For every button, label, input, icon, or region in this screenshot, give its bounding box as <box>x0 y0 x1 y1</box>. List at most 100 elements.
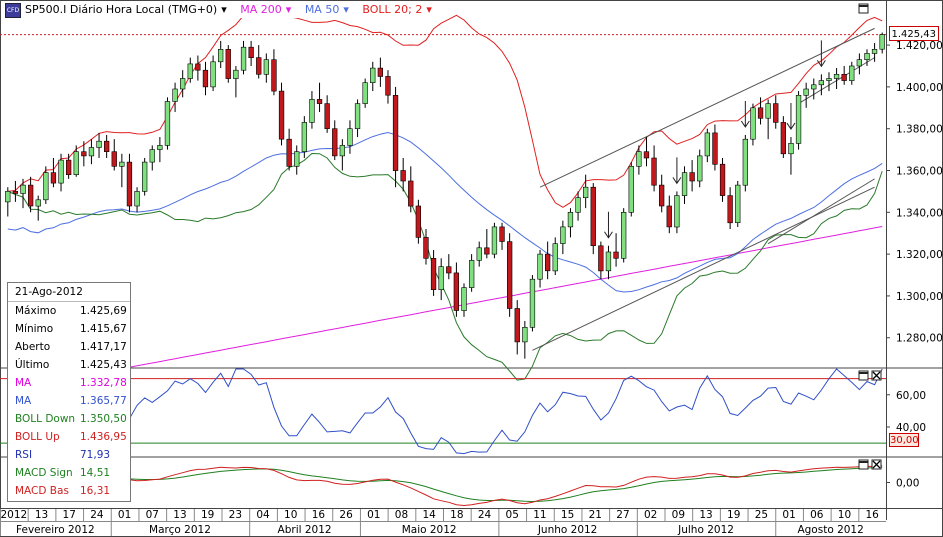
ma200-legend[interactable]: MA 200 <box>240 3 282 16</box>
candle-body <box>727 195 733 224</box>
macd-signal-line <box>7 466 883 503</box>
candle-body <box>712 132 718 165</box>
candle-body <box>681 172 688 196</box>
candle-body <box>172 88 178 102</box>
candle-body <box>400 170 406 182</box>
macd-maximize-icon[interactable] <box>858 459 869 470</box>
candle-body <box>856 59 862 67</box>
candlestick-chart[interactable]: 1.420,001.400,001.380,001.360,001.340,00… <box>0 0 943 537</box>
price-axis-label: 1.280,00 <box>896 333 943 345</box>
candle-body <box>180 78 186 90</box>
candle-body <box>377 67 383 77</box>
data-window-label: RSI <box>15 449 33 461</box>
candle-body <box>605 251 612 272</box>
candle-body <box>256 57 262 75</box>
candle-body <box>803 88 809 96</box>
candle-body <box>871 48 878 54</box>
candle-body <box>225 48 231 79</box>
candle-body <box>271 59 277 92</box>
candle-body <box>560 226 566 244</box>
rsi-close-icon[interactable] <box>871 370 882 381</box>
ma200-dropdown-icon[interactable]: ▾ <box>286 3 292 16</box>
candle-body <box>476 247 482 261</box>
candle-body <box>537 253 543 280</box>
time-axis-day-label: 16 <box>312 509 326 521</box>
candle-body <box>582 186 589 198</box>
time-axis-day-label: 23 <box>229 509 242 521</box>
price-axis-label: 1.360,00 <box>896 166 943 178</box>
instrument-logo-icon: CFD <box>5 3 21 18</box>
rsi-maximize-icon[interactable] <box>858 370 869 381</box>
candle-body <box>385 76 391 96</box>
candle-body <box>309 99 315 123</box>
time-axis-day-label: 02 <box>644 509 657 521</box>
boll-dropdown-icon[interactable]: ▾ <box>426 3 432 16</box>
price-axis-label: 1.320,00 <box>896 249 943 261</box>
candle-body <box>506 241 513 309</box>
data-window-label: MACD Bas <box>15 485 69 497</box>
data-window-value: 1.417,17 <box>80 341 127 353</box>
data-window-row: MA 1.365,77 <box>8 392 130 410</box>
data-window-value: 1.425,43 <box>80 359 127 371</box>
candle-body <box>628 166 634 213</box>
data-window-label: MA <box>15 395 32 407</box>
candle-body <box>58 159 64 184</box>
data-window-row: BOLL Down 1.350,50 <box>8 410 130 428</box>
time-axis-day-label: 10 <box>838 509 851 521</box>
candle-body <box>354 103 361 129</box>
data-window-label: MACD Sign <box>15 467 73 479</box>
candle-body <box>43 172 49 201</box>
time-axis-day-label: 04 <box>256 509 270 521</box>
candle-body <box>689 172 695 182</box>
candle-body <box>446 266 452 274</box>
data-window-label: Último <box>15 359 50 371</box>
candle-body <box>12 191 18 194</box>
time-axis-day-label: 01 <box>118 509 131 521</box>
data-window: 21-Ago-2012 Máximo 1.425,69 Mínimo 1.415,67… <box>7 282 131 502</box>
candle-body <box>5 191 11 203</box>
boll-legend[interactable]: BOLL 20; 2 <box>362 3 422 16</box>
candle-body <box>811 84 817 90</box>
macd-base-line <box>7 465 883 507</box>
data-window-row: Máximo 1.425,69 <box>8 302 130 320</box>
time-axis-day-label: 19 <box>727 509 740 521</box>
time-axis-day-label: 09 <box>672 509 685 521</box>
candle-body <box>544 253 551 272</box>
time-axis-day-label: 19 <box>201 509 214 521</box>
candle-body <box>423 237 429 259</box>
candle-body <box>841 74 847 81</box>
maximize-panel-icon[interactable] <box>858 3 869 14</box>
time-axis-day-label: 05 <box>506 509 519 521</box>
candle-body <box>552 243 558 272</box>
time-axis-day-label: 16 <box>865 509 879 521</box>
trendline-lower <box>532 186 875 351</box>
ma50-legend[interactable]: MA 50 <box>305 3 340 16</box>
candle-body <box>704 132 710 157</box>
time-axis-day-label: 10 <box>284 509 297 521</box>
data-window-value: 1.350,50 <box>80 413 127 425</box>
symbol-title[interactable]: SP500.I Diário Hora Local (TMG+0) <box>25 3 217 16</box>
candle-body <box>499 226 505 242</box>
ma50-dropdown-icon[interactable]: ▾ <box>343 3 349 16</box>
candle-body <box>210 61 216 88</box>
data-window-value: 1.425,69 <box>80 305 127 317</box>
candle-body <box>750 107 756 140</box>
symbol-dropdown-icon[interactable]: ▾ <box>221 3 227 16</box>
data-window-label: BOLL Up <box>15 431 60 443</box>
candle-body <box>643 151 650 159</box>
macd-close-icon[interactable] <box>871 459 882 470</box>
time-axis-month-label: Julho 2012 <box>677 524 734 536</box>
candle-body <box>104 140 110 152</box>
time-axis-month-label: Março 2012 <box>149 524 211 536</box>
candle-body <box>719 163 726 196</box>
candle-body <box>735 184 741 224</box>
time-axis-day-label: 26 <box>339 509 353 521</box>
candle-body <box>818 80 824 86</box>
candle-body <box>598 245 604 272</box>
candle-body <box>636 151 642 167</box>
data-window-row: Aberto 1.417,17 <box>8 338 130 356</box>
candle-body <box>324 103 330 129</box>
data-window-date: 21-Ago-2012 <box>8 283 130 302</box>
candle-body <box>765 103 771 119</box>
data-window-value: 1.415,67 <box>80 323 127 335</box>
